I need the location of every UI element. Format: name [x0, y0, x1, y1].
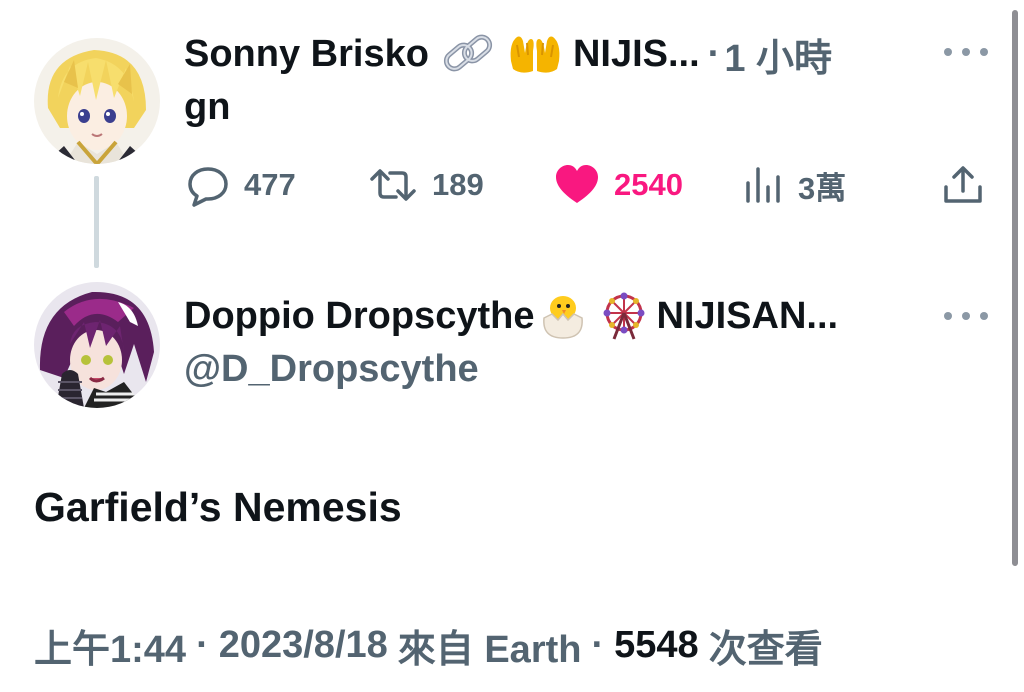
retweet-count: 189	[432, 167, 484, 202]
share-button[interactable]	[942, 160, 984, 210]
view-count-label: 次查看	[708, 628, 823, 671]
main-author-name-truncated[interactable]: NIJISAN...	[656, 295, 838, 338]
main-tweet-header: Doppio Dropscythe NIJISAN...	[184, 290, 838, 342]
heart-filled-icon	[556, 165, 598, 203]
reply-tweet-actions: 477 189 2540 3萬	[184, 160, 984, 210]
views-count: 3萬	[798, 170, 847, 206]
retweet-button[interactable]: 189	[368, 160, 484, 210]
reply-tweet-header: Sonny Brisko NIJIS... · 1 小時	[184, 28, 832, 80]
like-count: 2540	[614, 167, 683, 202]
meta-separator: ·	[196, 623, 209, 666]
open-palms-emoji-icon	[507, 31, 563, 77]
views-button[interactable]: 3萬	[744, 160, 846, 210]
thread-connector-line	[94, 176, 99, 268]
ferris-wheel-emoji-icon	[598, 291, 650, 341]
reply-button[interactable]: 477	[186, 160, 296, 210]
tweet-time[interactable]: 上午1:44	[34, 618, 186, 673]
main-tweet-text: Garfield’s Nemesis	[34, 484, 402, 530]
tweet-source: 來自 Earth	[397, 628, 582, 671]
scrollbar[interactable]	[1012, 10, 1018, 566]
avatar-doppio[interactable]	[34, 282, 160, 408]
tweet-thread-view: Sonny Brisko NIJIS... · 1 小時 gn 477 189 …	[0, 0, 1024, 692]
share-icon	[944, 166, 982, 203]
reply-tweet-text: gn	[184, 86, 231, 128]
header-separator: ·	[707, 32, 721, 75]
meta-separator: ·	[591, 623, 605, 666]
like-button[interactable]: 2540	[554, 160, 683, 210]
link-emoji-icon	[441, 31, 495, 77]
main-author-name[interactable]: Doppio Dropscythe	[184, 295, 534, 338]
tweet-date[interactable]: 2023/8/18	[219, 624, 388, 667]
more-options-icon[interactable]	[944, 306, 988, 326]
reply-timestamp[interactable]: 1 小時	[724, 27, 832, 82]
hatching-chick-emoji-icon	[538, 292, 588, 340]
reply-icon	[188, 167, 228, 207]
retweet-icon	[370, 169, 416, 201]
avatar-sonny[interactable]	[34, 38, 160, 164]
analytics-bars-icon	[746, 167, 780, 203]
reply-author-name-truncated[interactable]: NIJIS...	[573, 33, 700, 76]
tweet-metadata: 上午1:44 · 2023/8/18 來自 Earth · 5548 次查看	[34, 618, 823, 672]
more-options-icon[interactable]	[944, 42, 988, 62]
reply-count: 477	[244, 167, 296, 202]
main-author-handle[interactable]: @D_Dropscythe	[184, 348, 479, 391]
view-count[interactable]: 5548	[614, 624, 699, 667]
reply-author-name[interactable]: Sonny Brisko	[184, 33, 429, 76]
